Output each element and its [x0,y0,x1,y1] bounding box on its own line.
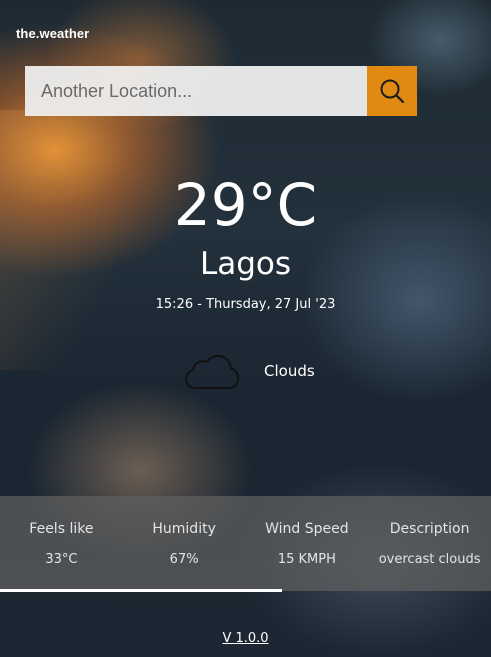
stat-description[interactable]: Description overcast clouds [368,496,491,591]
stat-value: 15 KMPH [277,552,336,567]
weather-app: the.weather 29°C Lagos 15:26 - Thursday,… [0,0,491,657]
stat-label: Wind Speed [265,521,349,537]
city-name: Lagos [199,246,292,282]
background-sunray [0,110,200,370]
app-logo[interactable]: the.weather [16,26,89,41]
stat-value: 33°C [45,552,78,567]
stat-label: Description [389,521,470,537]
weather-condition: Clouds [184,350,315,392]
scroll-indicator [0,589,282,592]
search-button[interactable] [367,66,417,116]
cloud-icon [184,350,244,392]
search-icon [379,78,405,104]
stat-label: Feels like [29,521,94,537]
search-bar [25,66,417,116]
stat-wind-speed[interactable]: Wind Speed 15 KMPH [246,496,369,591]
stat-label: Humidity [152,521,216,537]
stat-value: overcast clouds [378,552,481,567]
stat-feels-like[interactable]: Feels like 33°C [0,496,123,591]
version-link[interactable]: V 1.0.0 [0,631,491,646]
temperature: 29°C [173,171,318,239]
weather-stats-panel: Feels like 33°C Humidity 67% Wind Speed … [0,496,491,591]
stat-humidity[interactable]: Humidity 67% [123,496,246,591]
condition-label: Clouds [264,362,315,380]
search-input[interactable] [25,66,367,116]
date-time: 15:26 - Thursday, 27 Jul '23 [155,297,336,312]
stat-value: 67% [169,552,199,567]
